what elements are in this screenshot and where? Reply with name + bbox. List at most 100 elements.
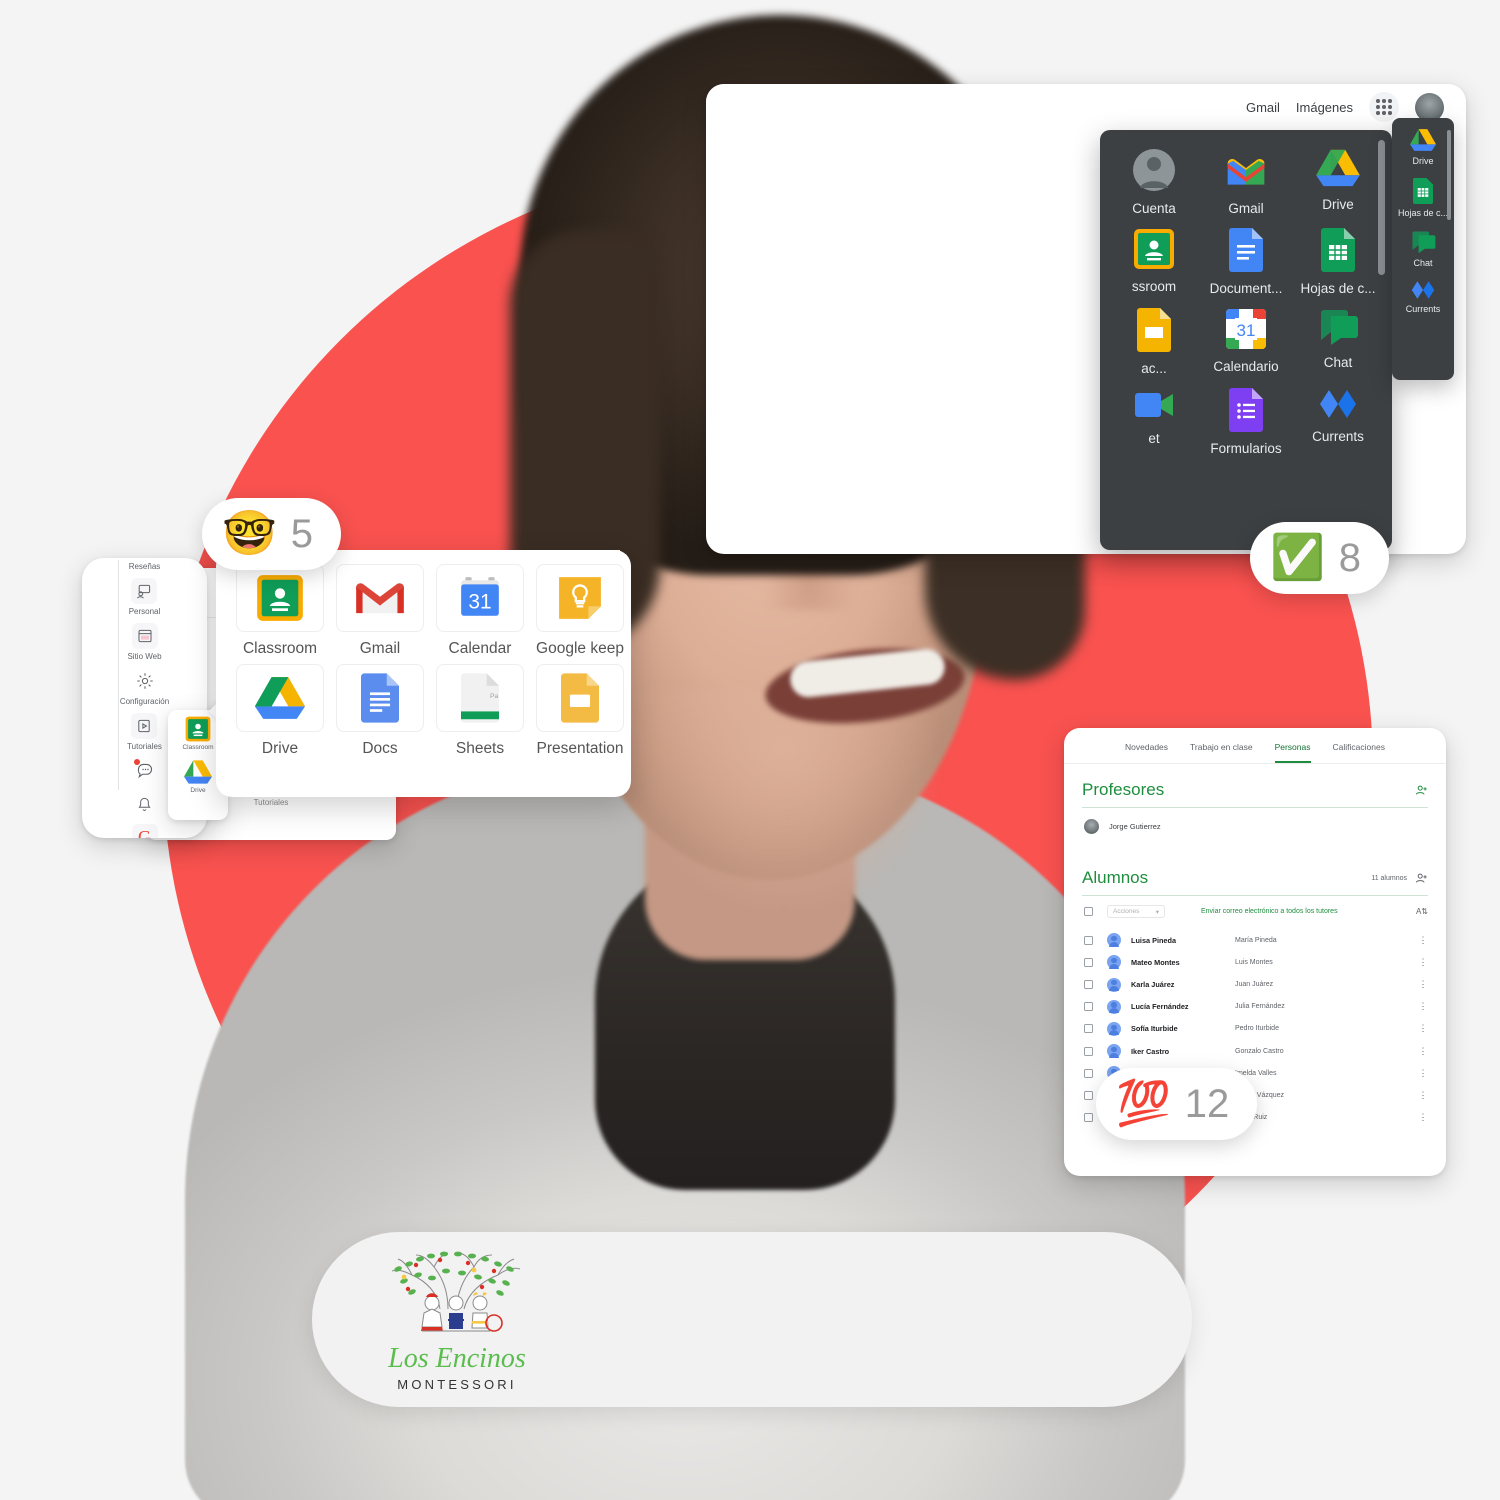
sidebar-item-sitio-web[interactable]: Sitio Web (127, 623, 162, 661)
calendar-icon: 31 (1225, 308, 1267, 350)
sidebar-item-tutoriales[interactable]: Tutoriales (127, 713, 162, 751)
row-checkbox[interactable] (1084, 980, 1093, 990)
teacher-name: Jorge Gutierrez (1109, 822, 1161, 831)
tab-calificaciones[interactable]: Calificaciones (1333, 742, 1385, 763)
svg-text:31: 31 (1237, 321, 1256, 340)
gmail-link[interactable]: Gmail (1246, 100, 1280, 115)
app-tile-sheets[interactable]: Pa Sheets (430, 664, 530, 758)
table-row[interactable]: Karla Juárez Juan Juárez ⋮ (1082, 969, 1428, 992)
acciones-dropdown[interactable]: Acciones ▾ (1107, 905, 1165, 918)
badge-value: 5 (290, 511, 314, 556)
launcher-app-meet[interactable]: et (1108, 388, 1200, 456)
app-grid-popup[interactable]: Classroom Gmail 31 Calendar Google keep (216, 550, 631, 797)
strip-app-currents[interactable]: Currents (1392, 280, 1454, 314)
app-tile-calendar[interactable]: 31 Calendar (430, 564, 530, 658)
check-mark-icon: ✅ (1270, 533, 1325, 582)
app-tile-drive[interactable]: Drive (230, 664, 330, 758)
drive-icon (1316, 148, 1360, 188)
row-checkbox[interactable] (1084, 1068, 1093, 1078)
sort-az-icon[interactable]: A⇅ (1416, 907, 1428, 916)
guardian-name: Julia Fernández (1235, 1003, 1285, 1011)
launcher-app-formularios[interactable]: Formularios (1200, 388, 1292, 456)
launcher-label: Chat (1323, 355, 1353, 370)
launcher-app-hojas[interactable]: Hojas de c... (1292, 228, 1384, 296)
keep-icon (536, 564, 624, 632)
hundred-points-icon: 💯 (1116, 1079, 1171, 1128)
launcher-app-cuenta[interactable]: Cuenta (1108, 148, 1200, 216)
strip-app-drive[interactable]: Drive (1392, 128, 1454, 166)
table-row[interactable]: Sofía Iturbide Pedro Iturbide ⋮ (1082, 1014, 1428, 1036)
sidebar-item-configuracion[interactable]: Configuración (120, 668, 169, 706)
gmail-icon (1224, 148, 1268, 192)
app-grid-popup-items: Classroom Gmail 31 Calendar Google keep (216, 550, 631, 758)
sidebar-item-notifications[interactable] (132, 791, 158, 817)
row-menu-icon[interactable]: ⋮ (1418, 957, 1428, 966)
apps-grid-icon[interactable] (1369, 92, 1399, 122)
tab-novedades[interactable]: Novedades (1125, 742, 1168, 763)
add-teacher-icon[interactable] (1415, 784, 1428, 797)
app-tile-classroom[interactable]: Classroom (230, 564, 330, 658)
google-apps-launcher-panel[interactable]: Cuenta Gmail Drive ssroom Document... Ho… (1100, 130, 1392, 550)
row-checkbox[interactable] (1084, 1091, 1093, 1100)
table-row[interactable]: Lucía Fernández Julia Fernández ⋮ (1082, 992, 1428, 1014)
table-row[interactable]: Luisa Pineda María Pineda ⋮ (1082, 925, 1428, 948)
row-checkbox[interactable] (1084, 1046, 1093, 1056)
chat-icon (1410, 230, 1436, 254)
app-tile-presentation[interactable]: Presentation (530, 664, 630, 758)
launcher-app-chat[interactable]: Chat (1292, 308, 1384, 376)
launcher-app-gmail[interactable]: Gmail (1200, 148, 1292, 216)
launcher-app-currents[interactable]: Currents (1292, 388, 1384, 456)
app-tile-keep[interactable]: Google keep (530, 564, 630, 658)
images-link[interactable]: Imágenes (1296, 100, 1353, 115)
secondary-apps-strip[interactable]: Drive Hojas de c... Chat Currents (1392, 118, 1454, 380)
launcher-app-classroom[interactable]: ssroom (1108, 228, 1200, 296)
launcher-app-calendario[interactable]: 31 Calendario (1200, 308, 1292, 376)
teacher-row[interactable]: Jorge Gutierrez (1082, 808, 1428, 834)
strip-app-chat[interactable]: Chat (1392, 230, 1454, 268)
sidebar-item-google[interactable]: G (131, 824, 158, 838)
launcher-label: Cuenta (1132, 201, 1176, 216)
row-checkbox[interactable] (1084, 935, 1093, 945)
tab-personas[interactable]: Personas (1274, 742, 1311, 763)
row-menu-icon[interactable]: ⋮ (1418, 1068, 1428, 1077)
select-all-checkbox[interactable] (1084, 907, 1093, 916)
launcher-label: Formularios (1210, 441, 1282, 456)
badge-hundred-points: 💯 12 (1096, 1068, 1258, 1140)
row-menu-icon[interactable]: ⋮ (1418, 1024, 1428, 1033)
row-checkbox[interactable] (1084, 957, 1093, 967)
sidebar-item-personal[interactable]: Personal (129, 578, 160, 616)
row-checkbox[interactable] (1084, 1113, 1093, 1123)
app-tile-docs[interactable]: Docs (330, 664, 430, 758)
student-name: Karla Juárez (1131, 980, 1175, 990)
launcher-scrollbar[interactable] (1378, 140, 1385, 275)
row-checkbox[interactable] (1084, 1002, 1093, 1012)
app-tile-gmail[interactable]: Gmail (330, 564, 430, 658)
strip-app-hojas[interactable]: Hojas de c... (1392, 178, 1454, 218)
docs-icon (336, 664, 424, 732)
row-menu-icon[interactable]: ⋮ (1418, 1113, 1428, 1122)
email-all-guardians-link[interactable]: Enviar correo electrónico a todos los tu… (1201, 908, 1338, 915)
app-tile-label: Drive (261, 740, 299, 757)
launcher-app-documentos[interactable]: Document... (1200, 228, 1292, 296)
row-menu-icon[interactable]: ⋮ (1418, 1002, 1428, 1011)
row-menu-icon[interactable]: ⋮ (1418, 1046, 1428, 1055)
sidebar-item-label: Tutoriales (127, 742, 162, 751)
table-row[interactable]: Iker Castro Gonzalo Castro ⋮ (1082, 1036, 1428, 1059)
sidebar-item-resenas[interactable]: Reseñas (129, 562, 161, 571)
sidebar-item-chat[interactable] (132, 758, 158, 784)
launcher-app-presentaciones[interactable]: ac... (1108, 308, 1200, 376)
row-menu-icon[interactable]: ⋮ (1418, 980, 1428, 989)
table-row[interactable]: Mateo Montes Luis Montes ⋮ (1082, 947, 1428, 970)
row-checkbox[interactable] (1084, 1024, 1093, 1034)
guardian-name: Pedro Iturbide (1235, 1025, 1279, 1033)
strip-label: Currents (1405, 304, 1441, 314)
google-g-icon: G (131, 824, 158, 838)
strip-scrollbar[interactable] (1447, 130, 1451, 220)
nerd-face-icon: 🤓 (222, 509, 277, 558)
slides-icon (536, 664, 624, 732)
launcher-app-drive[interactable]: Drive (1292, 148, 1384, 216)
row-menu-icon[interactable]: ⋮ (1418, 935, 1428, 944)
add-student-icon[interactable] (1415, 872, 1428, 885)
tab-trabajo-en-clase[interactable]: Trabajo en clase (1190, 742, 1253, 763)
row-menu-icon[interactable]: ⋮ (1418, 1091, 1428, 1100)
